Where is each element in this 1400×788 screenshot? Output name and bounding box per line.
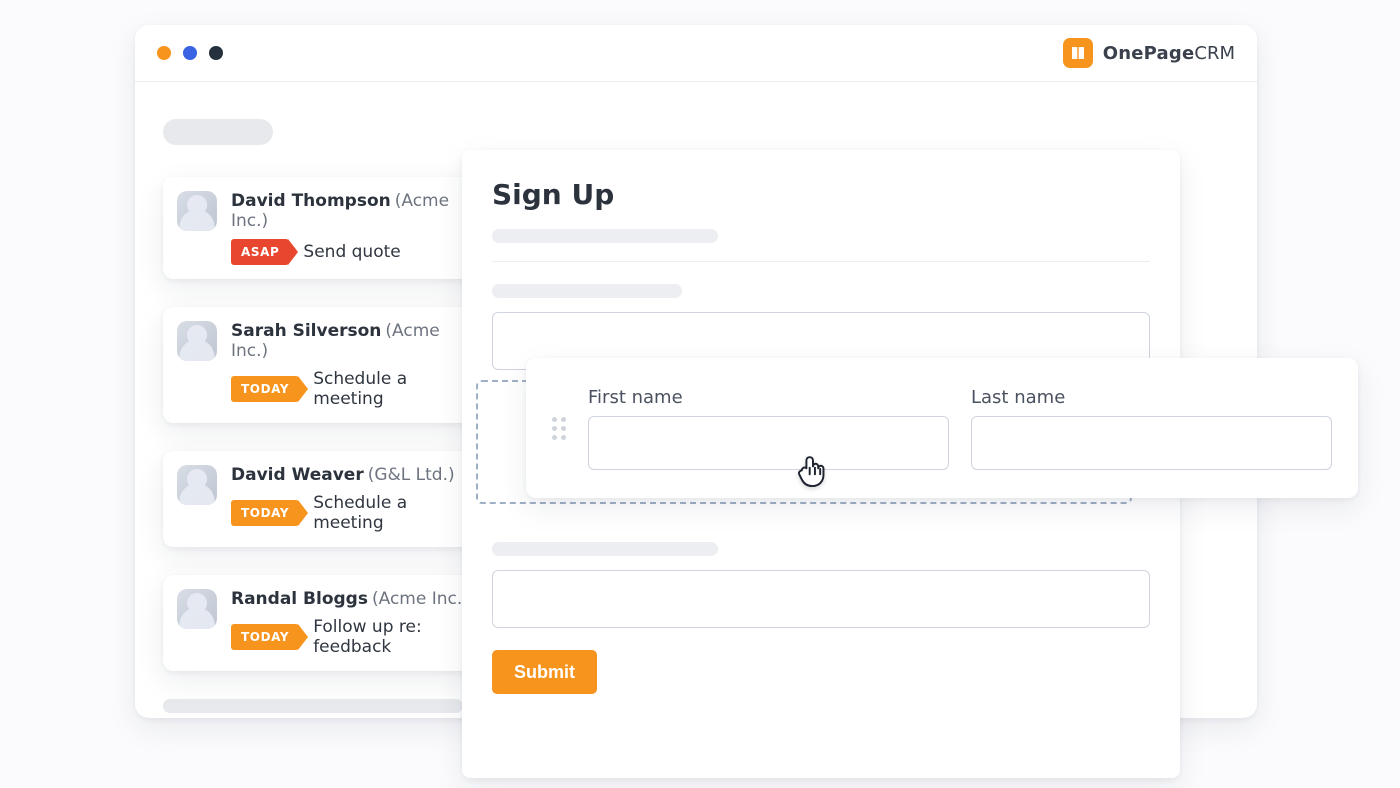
placeholder-line xyxy=(492,229,718,243)
brand: OnePageCRM xyxy=(1063,38,1235,68)
contact-card-list: David Thompson(Acme Inc.) ASAP Send quot… xyxy=(163,177,489,671)
window-dot-dark xyxy=(209,46,223,60)
priority-tag: TODAY xyxy=(231,624,299,650)
form-text-input[interactable] xyxy=(492,570,1150,628)
avatar xyxy=(177,321,217,361)
priority-tag: TODAY xyxy=(231,376,299,402)
contacts-sidebar: David Thompson(Acme Inc.) ASAP Send quot… xyxy=(163,119,489,713)
submit-button[interactable]: Submit xyxy=(492,650,597,694)
brand-logo-icon xyxy=(1063,38,1093,68)
titlebar: OnePageCRM xyxy=(135,25,1257,82)
contact-name: David Weaver(G&L Ltd.) xyxy=(231,465,473,485)
avatar xyxy=(177,465,217,505)
placeholder-line xyxy=(492,542,718,556)
next-action: Follow up re: feedback xyxy=(313,617,473,657)
placeholder-line xyxy=(492,284,682,298)
priority-tag: TODAY xyxy=(231,500,299,526)
next-action: Schedule a meeting xyxy=(313,493,473,533)
last-name-input[interactable] xyxy=(971,416,1332,470)
window-dot-blue xyxy=(183,46,197,60)
divider xyxy=(492,261,1150,262)
dragged-field-card[interactable]: First name Last name xyxy=(526,358,1358,498)
first-name-input[interactable] xyxy=(588,416,949,470)
drag-handle-icon[interactable] xyxy=(552,417,566,440)
avatar xyxy=(177,589,217,629)
contact-card[interactable]: David Weaver(G&L Ltd.) TODAY Schedule a … xyxy=(163,451,489,547)
form-title: Sign Up xyxy=(492,178,1150,211)
placeholder-pill-top xyxy=(163,119,273,145)
next-action: Send quote xyxy=(303,242,400,262)
contact-name: Randal Bloggs(Acme Inc.) xyxy=(231,589,473,609)
window-dot-orange xyxy=(157,46,171,60)
window-controls xyxy=(157,46,223,60)
first-name-label: First name xyxy=(588,387,949,408)
contact-card[interactable]: Sarah Silverson(Acme Inc.) TODAY Schedul… xyxy=(163,307,489,423)
priority-tag: ASAP xyxy=(231,239,289,265)
avatar xyxy=(177,191,217,231)
brand-name: OnePageCRM xyxy=(1103,43,1235,64)
placeholder-pill-bottom xyxy=(163,699,463,713)
contact-name: Sarah Silverson(Acme Inc.) xyxy=(231,321,473,361)
last-name-label: Last name xyxy=(971,387,1332,408)
contact-card[interactable]: David Thompson(Acme Inc.) ASAP Send quot… xyxy=(163,177,489,279)
contact-card[interactable]: Randal Bloggs(Acme Inc.) TODAY Follow up… xyxy=(163,575,489,671)
next-action: Schedule a meeting xyxy=(313,369,473,409)
contact-name: David Thompson(Acme Inc.) xyxy=(231,191,473,231)
